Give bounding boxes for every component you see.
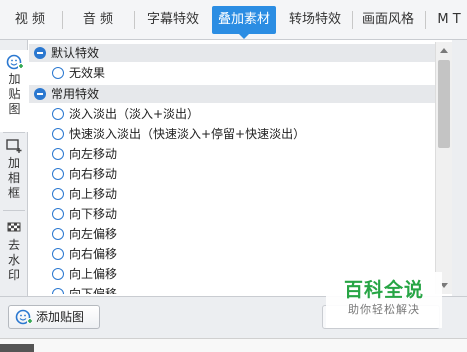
radio-button[interactable] [52, 288, 64, 294]
scroll-thumb[interactable] [438, 60, 450, 148]
radio-button[interactable] [52, 67, 64, 79]
radio-button[interactable] [52, 188, 64, 200]
list-item[interactable]: 向右偏移 [29, 244, 435, 264]
group-label: 默认特效 [51, 46, 100, 60]
list-item-label: 淡入淡出（淡入+淡出） [69, 107, 200, 121]
side-divider [3, 132, 25, 133]
side-tab-label: 加相框 [7, 156, 20, 200]
add-frame-icon [6, 139, 22, 153]
add-sticker-icon [15, 309, 33, 325]
side-tab-add-frame[interactable]: 加相框 [0, 138, 28, 204]
tab-overlay-materials[interactable]: 叠加素材 [212, 6, 276, 34]
tab-video[interactable]: 视 频 [4, 6, 56, 34]
tab-subtitle-effects[interactable]: 字幕特效 [141, 6, 205, 34]
watermark: 百科全说 助你轻松解决 [326, 272, 442, 328]
list-item[interactable]: 无效果 [29, 63, 435, 83]
group-header-default[interactable]: 默认特效 [29, 44, 435, 62]
group-label: 常用特效 [51, 87, 100, 101]
list-item-label: 向上偏移 [69, 267, 118, 281]
watermark-title: 百科全说 [343, 279, 424, 301]
radio-button[interactable] [52, 168, 64, 180]
right-edge-strip [452, 40, 467, 296]
list-item-label: 向右偏移 [69, 247, 118, 261]
list-item[interactable]: 快速淡入淡出（快速淡入+停留+快速淡出） [29, 124, 435, 144]
list-item-label: 向下移动 [69, 207, 118, 221]
list-item-label: 向右移动 [69, 167, 118, 181]
watermark-subtitle: 助你轻松解决 [348, 303, 420, 316]
list-item[interactable]: 向下移动 [29, 204, 435, 224]
scroll-up-icon[interactable] [436, 42, 452, 58]
tab-transition-effects[interactable]: 转场特效 [283, 6, 347, 34]
list-item-label: 快速淡入淡出（快速淡入+停留+快速淡出） [69, 127, 306, 141]
radio-button[interactable] [52, 228, 64, 240]
tab-separator [134, 11, 135, 29]
tab-separator [352, 11, 353, 29]
list-scrollbar[interactable] [435, 42, 452, 294]
top-tab-bar: 视 频 音 频 字幕特效 叠加素材 转场特效 画面风格 M T [0, 0, 467, 40]
collapse-icon[interactable] [34, 88, 46, 100]
list-item[interactable]: 淡入淡出（淡入+淡出） [29, 104, 435, 124]
radio-button[interactable] [52, 208, 64, 220]
side-tab-label: 去水印 [7, 238, 20, 282]
remove-watermark-icon [7, 222, 21, 232]
radio-button[interactable] [52, 148, 64, 160]
radio-button[interactable] [52, 108, 64, 120]
radio-button[interactable] [52, 268, 64, 280]
tab-mtv[interactable]: M T [432, 6, 466, 34]
active-tab-pointer [239, 34, 249, 39]
side-tab-remove-watermark[interactable]: 去水印 [0, 220, 28, 286]
app-window: 视 频 音 频 字幕特效 叠加素材 转场特效 画面风格 M T 加贴图 加相框 … [0, 0, 467, 352]
side-divider [3, 210, 25, 211]
tab-separator [425, 11, 426, 29]
footer-element [0, 344, 34, 352]
list-item-label: 向左移动 [69, 147, 118, 161]
side-tab-bar: 加贴图 加相框 去水印 [0, 40, 29, 296]
side-tab-add-sticker[interactable]: 加贴图 [0, 50, 29, 132]
list-item[interactable]: 向左移动 [29, 144, 435, 164]
tab-separator [62, 11, 63, 29]
list-item-label: 向下偏移 [69, 287, 118, 294]
add-sticker-icon [6, 54, 24, 70]
list-item[interactable]: 向上移动 [29, 184, 435, 204]
tab-audio[interactable]: 音 频 [70, 6, 126, 34]
list-item-label: 向左偏移 [69, 227, 118, 241]
side-tab-label: 加贴图 [8, 72, 21, 116]
group-header-common[interactable]: 常用特效 [29, 85, 435, 103]
list-item-label: 向上移动 [69, 187, 118, 201]
add-sticker-button-label: 添加贴图 [36, 310, 85, 324]
add-sticker-button[interactable]: 添加贴图 [8, 305, 100, 329]
radio-button[interactable] [52, 128, 64, 140]
list-item-label: 无效果 [69, 66, 106, 80]
list-item[interactable]: 向右移动 [29, 164, 435, 184]
radio-button[interactable] [52, 248, 64, 260]
footer-strip [0, 338, 467, 352]
effects-list: 默认特效 无效果 常用特效 淡入淡出（淡入+淡出） 快速淡入淡出（快速淡入+停留… [29, 42, 435, 294]
collapse-icon[interactable] [34, 47, 46, 59]
tab-picture-style[interactable]: 画面风格 [356, 6, 420, 34]
list-item[interactable]: 向左偏移 [29, 224, 435, 244]
